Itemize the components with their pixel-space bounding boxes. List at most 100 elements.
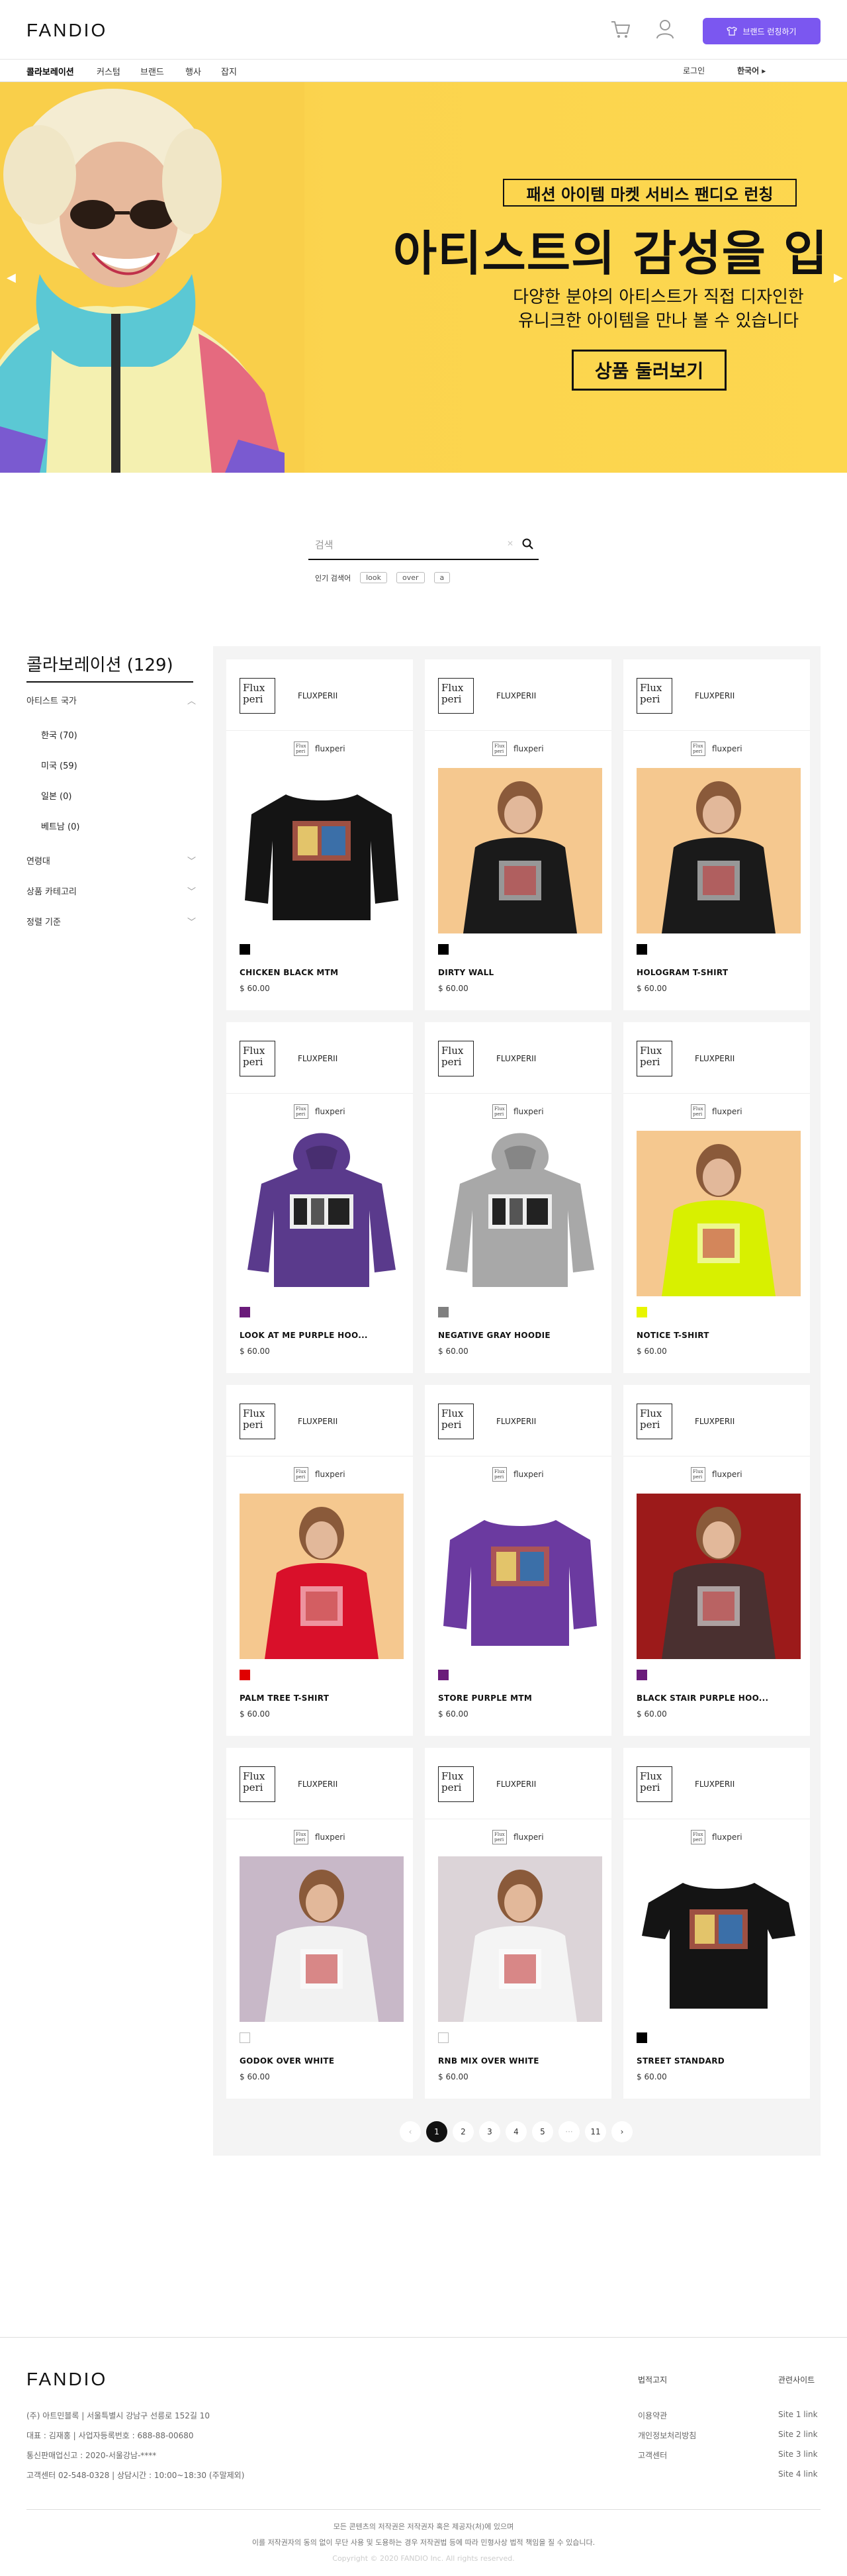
product-card[interactable]: Flux peri FLUXPERII Flux peri fluxperi LOO… <box>226 1022 413 1373</box>
clear-icon[interactable]: ✕ <box>507 539 513 548</box>
product-card[interactable]: Flux peri FLUXPERII Flux peri fluxperi GOD… <box>226 1748 413 2099</box>
filter-artist-country[interactable]: 아티스트 국가 ︿ <box>26 694 196 706</box>
brand-launch-button[interactable]: 브랜드 런칭하기 <box>703 18 821 44</box>
brand-name[interactable]: FLUXPERII <box>496 691 536 700</box>
footer-site-link[interactable]: Site 4 link <box>778 2469 818 2479</box>
artist-name[interactable]: fluxperi <box>712 744 742 753</box>
color-swatch[interactable] <box>438 2032 449 2043</box>
product-image[interactable] <box>240 1131 404 1296</box>
product-card[interactable]: Flux peri FLUXPERII Flux peri fluxperi PAL… <box>226 1385 413 1736</box>
card-brand-header[interactable]: Flux peri FLUXPERII <box>425 659 611 731</box>
search-icon[interactable] <box>521 538 535 551</box>
artist-name[interactable]: fluxperi <box>513 1107 544 1116</box>
product-image-wrap[interactable] <box>438 1856 602 2022</box>
footer-site-link[interactable]: Site 2 link <box>778 2430 818 2439</box>
product-image[interactable] <box>438 768 602 933</box>
brand-name[interactable]: FLUXPERII <box>695 1780 735 1789</box>
brand-name[interactable]: FLUXPERII <box>695 691 735 700</box>
product-name[interactable]: RNB MIX OVER WHITE <box>438 2056 539 2066</box>
card-brand-header[interactable]: Flux peri FLUXPERII <box>425 1385 611 1456</box>
card-brand-header[interactable]: Flux peri FLUXPERII <box>623 1385 810 1456</box>
pagination-page[interactable]: 2 <box>453 2121 474 2142</box>
browse-products-button[interactable]: 상품 둘러보기 <box>572 350 727 391</box>
artist-name[interactable]: fluxperi <box>712 1470 742 1479</box>
product-image[interactable] <box>438 1856 602 2022</box>
artist-name[interactable]: fluxperi <box>315 1107 345 1116</box>
card-brand-header[interactable]: Flux peri FLUXPERII <box>226 659 413 731</box>
product-name[interactable]: CHICKEN BLACK MTM <box>240 968 338 977</box>
cart-icon[interactable] <box>610 20 631 40</box>
brand-name[interactable]: FLUXPERII <box>496 1417 536 1426</box>
card-brand-header[interactable]: Flux peri FLUXPERII <box>425 1022 611 1094</box>
product-image[interactable] <box>637 768 801 933</box>
card-brand-header[interactable]: Flux peri FLUXPERII <box>226 1022 413 1094</box>
color-swatch[interactable] <box>438 1670 449 1680</box>
artist-name[interactable]: fluxperi <box>513 744 544 753</box>
country-option-japan[interactable]: 일본 (0) <box>41 789 71 802</box>
color-swatch[interactable] <box>637 2032 647 2043</box>
product-name[interactable]: PALM TREE T-SHIRT <box>240 1693 329 1703</box>
footer-site-link[interactable]: Site 3 link <box>778 2450 818 2459</box>
product-image-wrap[interactable] <box>438 1494 602 1659</box>
product-image[interactable] <box>637 1856 801 2022</box>
footer-link-privacy[interactable]: 개인정보처리방침 <box>638 2430 696 2441</box>
product-image-wrap[interactable] <box>240 1131 404 1296</box>
brand-name[interactable]: FLUXPERII <box>298 1054 337 1063</box>
product-image-wrap[interactable] <box>637 1856 801 2022</box>
pagination-page[interactable]: 4 <box>506 2121 527 2142</box>
card-brand-header[interactable]: Flux peri FLUXPERII <box>623 1022 810 1094</box>
color-swatch[interactable] <box>240 1670 250 1680</box>
product-card[interactable]: Flux peri FLUXPERII Flux peri fluxperi BLA… <box>623 1385 810 1736</box>
product-card[interactable]: Flux peri FLUXPERII Flux peri fluxperi HOL… <box>623 659 810 1010</box>
product-image[interactable] <box>438 1131 602 1296</box>
nav-item-collaboration[interactable]: 콜라보레이션 <box>26 65 74 77</box>
card-brand-header[interactable]: Flux peri FLUXPERII <box>226 1748 413 1819</box>
artist-name[interactable]: fluxperi <box>712 1833 742 1842</box>
filter-sort-order[interactable]: 정렬 기준 ﹀ <box>26 915 196 928</box>
product-image-wrap[interactable] <box>240 1494 404 1659</box>
artist-name[interactable]: fluxperi <box>315 1833 345 1842</box>
nav-item-brand[interactable]: 브랜드 <box>140 65 164 77</box>
country-option-korea[interactable]: 한국 (70) <box>41 728 77 741</box>
artist-name[interactable]: fluxperi <box>315 744 345 753</box>
brand-name[interactable]: FLUXPERII <box>298 691 337 700</box>
artist-name[interactable]: fluxperi <box>315 1470 345 1479</box>
product-image[interactable] <box>637 1494 801 1659</box>
pagination-page[interactable]: 1 <box>426 2121 447 2142</box>
footer-link-terms[interactable]: 이용약관 <box>638 2410 667 2421</box>
color-swatch[interactable] <box>240 944 250 955</box>
search-input[interactable] <box>315 536 507 553</box>
hero-prev-arrow[interactable]: ◀ <box>7 271 16 285</box>
login-link[interactable]: 로그인 <box>683 65 705 76</box>
product-image-wrap[interactable] <box>438 768 602 933</box>
product-image-wrap[interactable] <box>637 768 801 933</box>
product-card[interactable]: Flux peri FLUXPERII Flux peri fluxperi NEG… <box>425 1022 611 1373</box>
product-image[interactable] <box>240 1856 404 2022</box>
footer-site-link[interactable]: Site 1 link <box>778 2410 818 2419</box>
language-selector[interactable]: 한국어 ▸ <box>737 65 766 76</box>
product-name[interactable]: LOOK AT ME PURPLE HOO... <box>240 1331 368 1340</box>
footer-link-support[interactable]: 고객센터 <box>638 2450 667 2461</box>
product-name[interactable]: NOTICE T-SHIRT <box>637 1331 709 1340</box>
product-name[interactable]: STORE PURPLE MTM <box>438 1693 532 1703</box>
product-card[interactable]: Flux peri FLUXPERII Flux peri fluxperi RNB… <box>425 1748 611 2099</box>
pagination-next[interactable]: › <box>611 2121 633 2142</box>
brand-name[interactable]: FLUXPERII <box>298 1417 337 1426</box>
color-swatch[interactable] <box>637 1307 647 1317</box>
card-brand-header[interactable]: Flux peri FLUXPERII <box>623 659 810 731</box>
color-swatch[interactable] <box>438 944 449 955</box>
keyword-chip[interactable]: look <box>360 572 387 583</box>
card-brand-header[interactable]: Flux peri FLUXPERII <box>623 1748 810 1819</box>
site-logo[interactable]: FANDIO <box>26 20 107 41</box>
product-name[interactable]: GODOK OVER WHITE <box>240 2056 334 2066</box>
pagination-prev[interactable]: ‹ <box>400 2121 421 2142</box>
product-image[interactable] <box>438 1494 602 1659</box>
filter-age-group[interactable]: 연령대 ﹀ <box>26 854 196 867</box>
keyword-chip[interactable]: over <box>396 572 425 583</box>
product-name[interactable]: BLACK STAIR PURPLE HOO... <box>637 1693 768 1703</box>
keyword-chip[interactable]: a <box>433 572 451 583</box>
product-image-wrap[interactable] <box>438 1131 602 1296</box>
country-option-vietnam[interactable]: 베트남 (0) <box>41 820 79 832</box>
color-swatch[interactable] <box>438 1307 449 1317</box>
brand-name[interactable]: FLUXPERII <box>496 1054 536 1063</box>
